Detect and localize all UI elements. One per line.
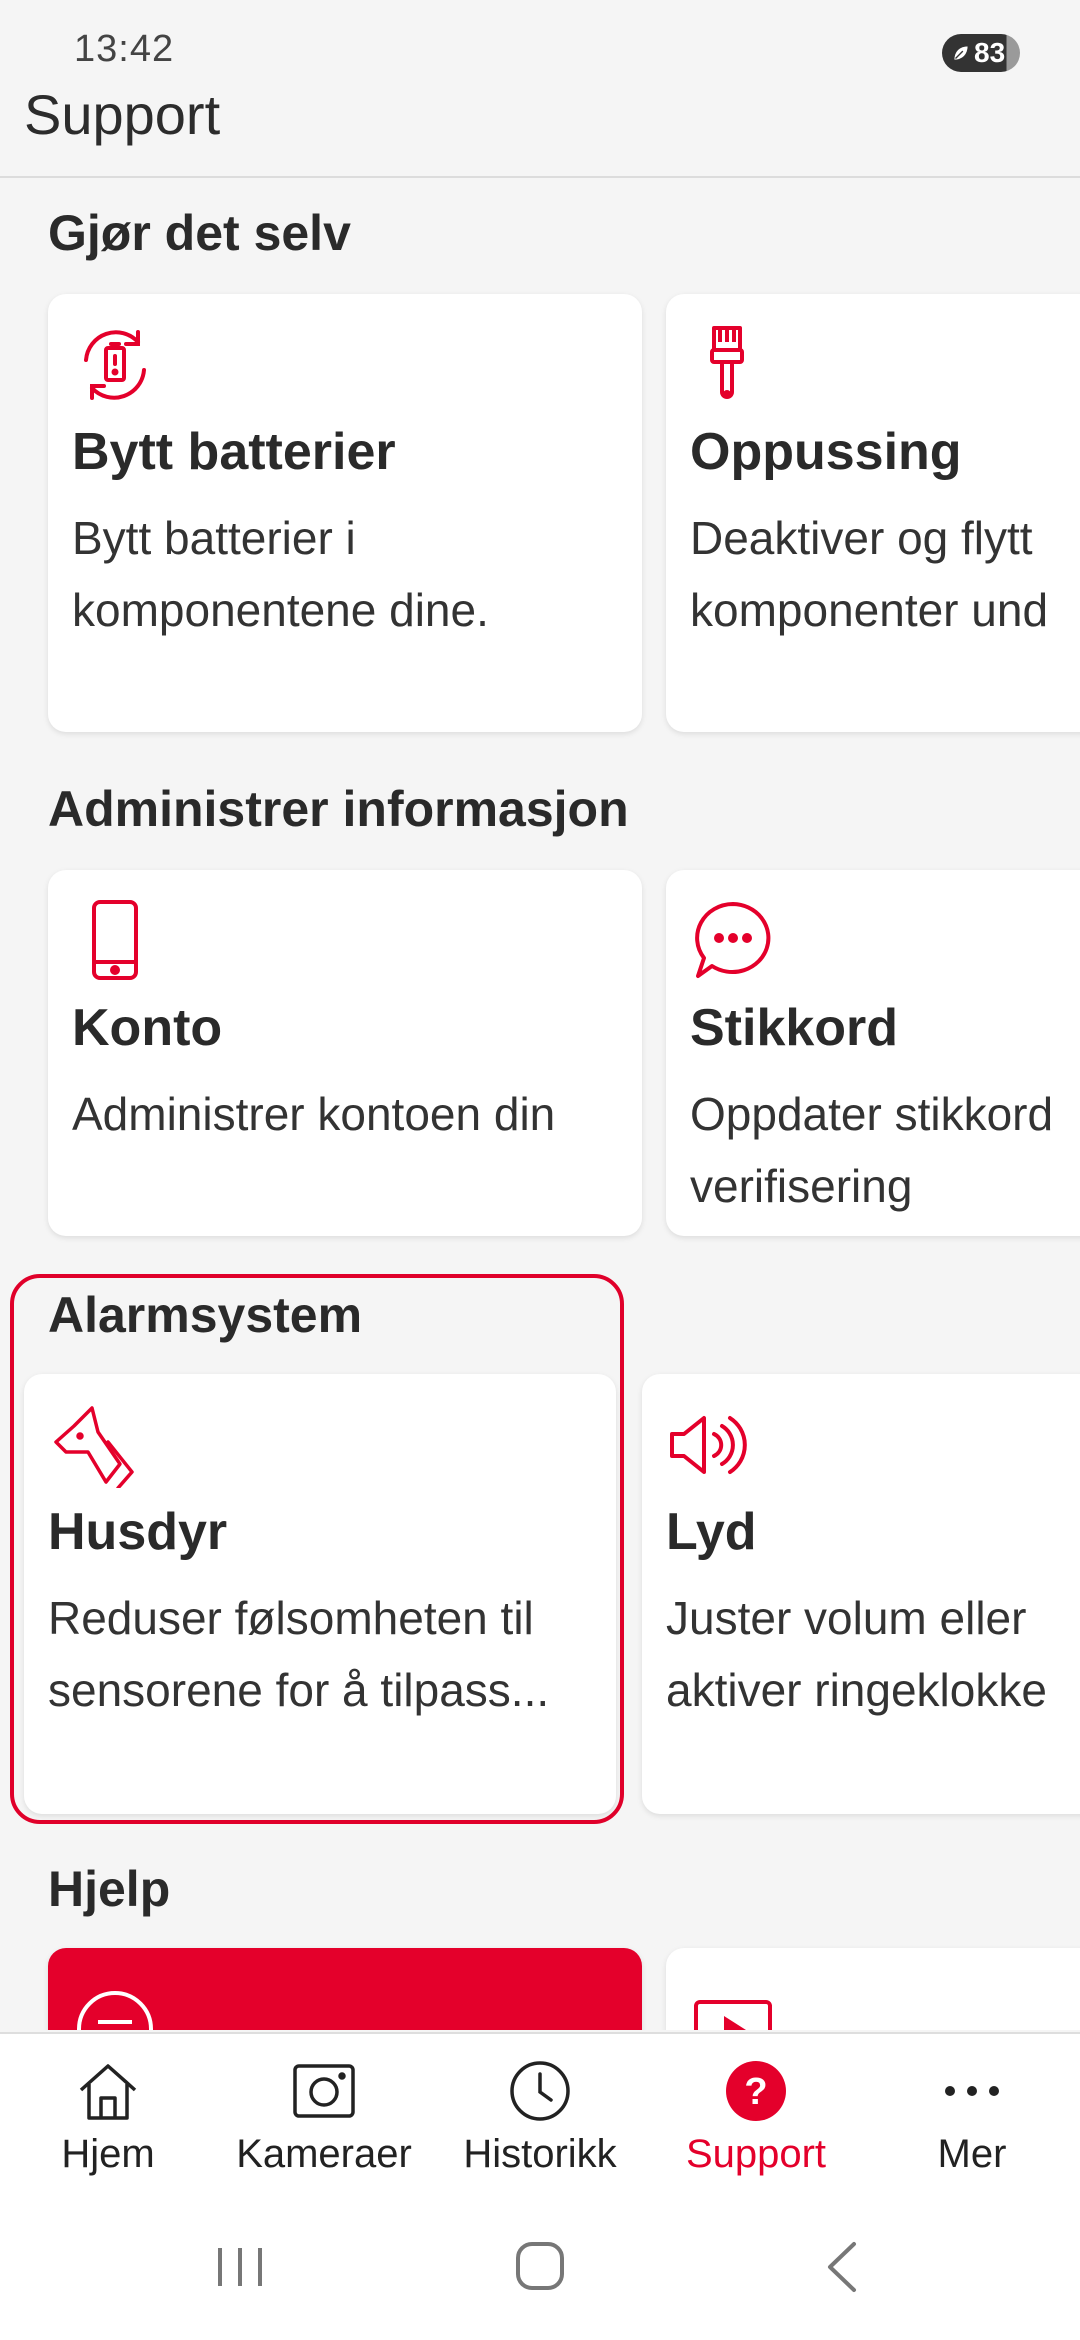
section-title-admin: Administrer informasjon (48, 781, 629, 837)
nav-label: Historikk (463, 2132, 617, 2176)
card-desc-line2: komponenter und (690, 584, 1049, 636)
card-stikkord[interactable]: Stikkord Oppdater stikkord verifisering (666, 870, 1080, 1236)
svg-text:?: ? (744, 2071, 767, 2113)
clock-icon (510, 2061, 570, 2121)
section-title-diy: Gjør det selv (48, 205, 351, 261)
section-title-help: Hjelp (48, 1861, 171, 1917)
battery-indicator: 83 (942, 34, 1020, 72)
card-bytt-batterier[interactable]: Bytt batterier Bytt batterier i komponen… (48, 294, 642, 732)
back-icon[interactable] (804, 2232, 884, 2302)
page-title: Support (24, 83, 221, 146)
recent-apps-icon[interactable] (200, 2232, 280, 2302)
nav-item-hjem[interactable]: Hjem (0, 2056, 216, 2186)
chat-bubble-icon (695, 902, 771, 978)
card-title: Oppussing (690, 423, 962, 481)
document-icon (77, 1991, 153, 2030)
card-title: Konto (72, 999, 223, 1057)
phone-icon (92, 900, 138, 980)
nav-label: Support (685, 2132, 827, 2176)
card-title: Lyd (666, 1503, 757, 1561)
card-husdyr[interactable]: Husdyr Reduser følsomheten til sensorene… (24, 1374, 616, 1814)
card-desc-line1: Bytt batterier i (72, 512, 356, 564)
card-help-primary[interactable] (48, 1948, 642, 2030)
status-time: 13:42 (74, 28, 175, 70)
card-oppussing[interactable]: Oppussing Deaktiver og flytt komponenter… (666, 294, 1080, 732)
nav-item-mer[interactable]: Mer (864, 2056, 1080, 2186)
card-desc-line1: Reduser følsomheten til (48, 1592, 534, 1644)
help-icon: ? (726, 2061, 786, 2121)
nav-label: Hjem (61, 2132, 155, 2176)
nav-item-support[interactable]: ? Support (648, 2056, 864, 2186)
nav-label: Kameraer (236, 2132, 412, 2176)
speaker-icon (670, 1416, 747, 1474)
battery-level: 83 (974, 37, 1006, 68)
section-title-alarm: Alarmsystem (48, 1287, 363, 1343)
card-help-video[interactable] (666, 1948, 1080, 2030)
card-konto[interactable]: Konto Administrer kontoen din (48, 870, 642, 1236)
bottom-nav: Hjem Kameraer Historikk ? Support Mer (0, 2032, 1080, 2192)
card-desc-line1: Oppdater stikkord (690, 1088, 1054, 1140)
system-nav-bar (0, 2192, 1080, 2340)
battery-swap-icon (84, 330, 146, 400)
camera-icon (293, 2064, 355, 2118)
nav-item-kameraer[interactable]: Kameraer (216, 2056, 432, 2186)
home-icon (79, 2064, 137, 2120)
more-icon (945, 2086, 999, 2096)
card-desc-line1: Juster volum eller (666, 1592, 1027, 1644)
card-desc-line2: verifisering (690, 1160, 913, 1212)
card-title: Stikkord (690, 999, 899, 1057)
card-title: Bytt batterier (72, 423, 396, 481)
paintbrush-icon (710, 326, 744, 399)
card-desc-line2: komponentene dine. (72, 584, 489, 636)
nav-label: Mer (937, 2132, 1007, 2176)
content-scroll[interactable]: Gjør det selv Bytt batterier Bytt batter… (0, 180, 1080, 2030)
card-desc-line2: sensorene for å tilpass... (48, 1664, 550, 1716)
support-screen: 13:42 83 Support Gjør det selv Bytt batt… (0, 0, 1080, 2340)
card-title: Husdyr (48, 1503, 228, 1561)
app-header: Support (0, 80, 1080, 178)
video-play-icon (694, 2000, 772, 2030)
pet-dog-icon (54, 1406, 134, 1488)
leaf-icon (952, 44, 970, 62)
home-button-icon[interactable] (500, 2232, 580, 2302)
card-desc-line1: Administrer kontoen din (72, 1088, 556, 1140)
nav-item-historikk[interactable]: Historikk (432, 2056, 648, 2186)
card-desc-line2: aktiver ringeklokke (666, 1664, 1047, 1716)
card-desc-line1: Deaktiver og flytt (690, 512, 1033, 564)
card-lyd[interactable]: Lyd Juster volum eller aktiver ringeklok… (642, 1374, 1080, 1814)
